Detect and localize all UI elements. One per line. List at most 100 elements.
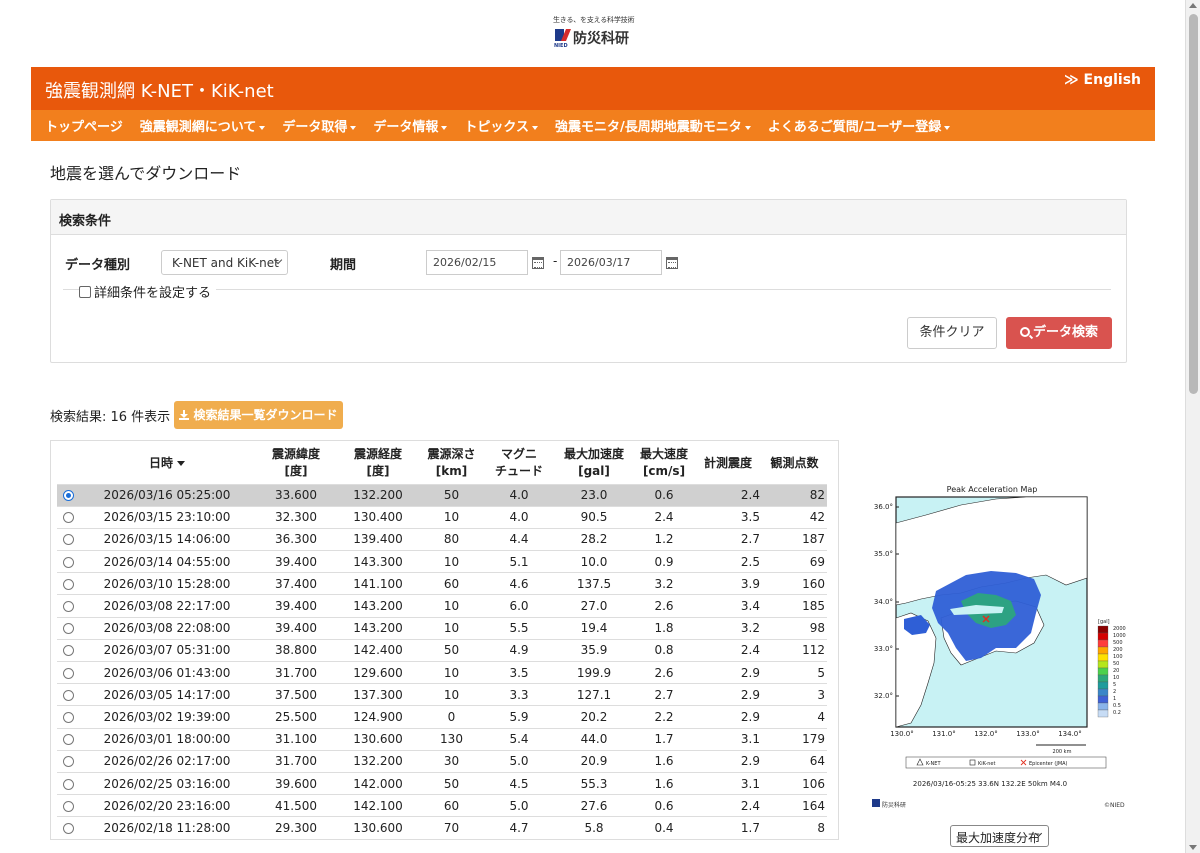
cell-lat: 36.300	[255, 527, 337, 551]
cell-intensity: 3.2	[694, 616, 762, 640]
nav-item-1[interactable]: 強震観測網について	[140, 116, 266, 135]
cell-pga: 10.0	[554, 550, 634, 573]
cell-lat: 25.500	[255, 705, 337, 729]
table-row[interactable]: 2026/03/15 14:06:00 36.300 139.400 80 4.4 28.…	[57, 527, 827, 551]
cell-pgv: 1.8	[634, 616, 694, 640]
col-depth[interactable]: 震源深さ [km]	[419, 441, 484, 484]
col-longitude[interactable]: 震源経度 [度]	[337, 441, 419, 484]
row-radio[interactable]	[62, 778, 74, 790]
col-pgv[interactable]: 最大速度 [cm/s]	[634, 441, 694, 484]
cell-pga: 27.0	[554, 594, 634, 618]
clear-button[interactable]: 条件クリア	[907, 317, 997, 349]
legend-epicenter: Epicenter (JMA)	[1029, 761, 1068, 767]
row-radio[interactable]	[62, 623, 74, 635]
date-to-input[interactable]: 2026/03/17	[560, 250, 662, 275]
calendar-icon[interactable]	[532, 257, 544, 269]
col-magnitude[interactable]: マグニ チュード	[484, 441, 554, 484]
cell-datetime: 2026/03/14 04:55:00	[79, 550, 255, 573]
advanced-checkbox[interactable]	[79, 285, 91, 298]
table-row[interactable]: 2026/02/26 02:17:00 31.700 132.200 30 5.0 20.…	[57, 749, 827, 773]
download-results-button[interactable]: 検索結果一覧ダウンロード	[174, 401, 343, 429]
nav-item-2[interactable]: データ取得	[282, 116, 357, 135]
map-type-select[interactable]: 最大加速度分布	[950, 825, 1049, 847]
cell-intensity: 2.9	[694, 683, 762, 706]
row-radio[interactable]	[62, 689, 74, 701]
cell-depth: 60	[419, 794, 484, 817]
cell-intensity: 2.5	[694, 550, 762, 573]
row-radio[interactable]	[62, 734, 74, 746]
cell-pga: 127.1	[554, 683, 634, 706]
cell-stations: 185	[762, 594, 827, 618]
data-type-select[interactable]: K-NET and KiK-net	[161, 250, 288, 275]
nav-item-0[interactable]: トップページ	[45, 116, 123, 135]
cell-pga: 90.5	[554, 505, 634, 529]
results-table-container[interactable]: 日時 震源緯度 [度] 震源経度 [度] 震源深さ [km] マグニ チュード 最大加速…	[50, 440, 839, 840]
col-intensity[interactable]: 計測震度	[694, 441, 762, 484]
cell-lat: 32.300	[255, 505, 337, 529]
row-radio[interactable]	[62, 556, 74, 568]
table-row[interactable]: 2026/03/10 15:28:00 37.400 141.100 60 4.6 137…	[57, 572, 827, 595]
table-row[interactable]: 2026/03/05 14:17:00 37.500 137.300 10 3.3 127…	[57, 683, 827, 706]
table-row[interactable]: 2026/03/06 01:43:00 31.700 129.600 10 3.5 199…	[57, 660, 827, 684]
row-radio[interactable]	[62, 756, 74, 768]
date-separator: -	[553, 254, 558, 268]
nav-item-5[interactable]: 強震モニタ/長周期地震動モニタ	[555, 116, 751, 135]
cell-stations: 4	[762, 705, 827, 729]
colorbar-swatch	[1097, 639, 1109, 648]
scroll-down-icon[interactable]	[1189, 845, 1197, 850]
cell-intensity: 2.9	[694, 660, 762, 684]
cell-pgv: 1.7	[634, 727, 694, 751]
nied-logo[interactable]: 生きる、を支える科学技術 NIED 防災科研	[553, 15, 653, 51]
nav-item-3[interactable]: データ情報	[373, 116, 448, 135]
row-radio[interactable]	[62, 601, 74, 613]
table-row[interactable]: 2026/03/07 05:31:00 38.800 142.400 50 4.9 35.…	[57, 638, 827, 662]
cell-depth: 0	[419, 705, 484, 729]
calendar-icon[interactable]	[666, 257, 678, 269]
cell-intensity: 2.4	[694, 794, 762, 817]
table-row[interactable]: 2026/02/25 03:16:00 39.600 142.000 50 4.5 55.…	[57, 771, 827, 795]
caret-down-icon	[259, 125, 266, 130]
scrollbar-thumb[interactable]	[1189, 14, 1198, 394]
cell-datetime: 2026/02/18 11:28:00	[79, 816, 255, 839]
advanced-conditions-toggle[interactable]: 詳細条件を設定する	[79, 282, 217, 301]
map-credit-left: 防災科研	[882, 801, 906, 809]
date-from-input[interactable]: 2026/02/15	[426, 250, 528, 275]
cell-mag: 4.4	[484, 527, 554, 551]
cell-pgv: 0.6	[634, 483, 694, 507]
table-row[interactable]: 2026/02/18 11:28:00 29.300 130.600 70 4.7 5.8…	[57, 816, 827, 839]
row-radio[interactable]	[62, 490, 74, 502]
row-radio[interactable]	[62, 711, 74, 723]
table-row[interactable]: 2026/02/20 23:16:00 41.500 142.100 60 5.0 27.…	[57, 794, 827, 817]
sort-desc-icon[interactable]	[177, 460, 185, 466]
col-latitude[interactable]: 震源緯度 [度]	[255, 441, 337, 484]
nav-item-6[interactable]: よくあるご質問/ユーザー登録	[768, 116, 951, 135]
row-radio[interactable]	[62, 800, 74, 812]
col-datetime[interactable]: 日時	[79, 441, 255, 484]
row-radio[interactable]	[62, 823, 74, 835]
col-pga[interactable]: 最大加速度 [gal]	[554, 441, 634, 484]
english-link[interactable]: ≫ English	[1064, 72, 1141, 88]
row-radio[interactable]	[62, 512, 74, 524]
table-row[interactable]: 2026/03/15 23:10:00 32.300 130.400 10 4.0 90.…	[57, 505, 827, 529]
cell-depth: 10	[419, 660, 484, 684]
page-scrollbar[interactable]	[1185, 0, 1200, 853]
table-row[interactable]: 2026/03/16 05:25:00 33.600 132.200 50 4.0 23.…	[57, 483, 827, 507]
nav-item-4[interactable]: トピックス	[464, 116, 539, 135]
table-row[interactable]: 2026/03/14 04:55:00 39.400 143.300 10 5.1 10.…	[57, 550, 827, 573]
row-radio[interactable]	[62, 578, 74, 590]
table-row[interactable]: 2026/03/08 22:08:00 39.400 143.200 10 5.5 19.…	[57, 616, 827, 640]
table-row[interactable]: 2026/03/01 18:00:00 31.100 130.600 130 5.4 44…	[57, 727, 827, 751]
cell-lat: 37.500	[255, 683, 337, 706]
scroll-up-icon[interactable]	[1189, 3, 1197, 8]
search-button[interactable]: データ検索	[1006, 317, 1112, 349]
lat-tick-label: 36.0°	[874, 503, 893, 511]
site-title[interactable]: 強震観測網 K-NET・KiK-net	[45, 77, 274, 103]
table-row[interactable]: 2026/03/08 22:17:00 39.400 143.200 10 6.0 27.…	[57, 594, 827, 618]
row-radio[interactable]	[62, 534, 74, 546]
row-radio[interactable]	[62, 667, 74, 679]
col-stations[interactable]: 観測点数	[762, 441, 827, 484]
row-radio[interactable]	[62, 645, 74, 657]
table-row[interactable]: 2026/03/02 19:39:00 25.500 124.900 0 5.9 20.2…	[57, 705, 827, 729]
cell-datetime: 2026/03/02 19:39:00	[79, 705, 255, 729]
colorbar-label: 2	[1113, 689, 1116, 695]
